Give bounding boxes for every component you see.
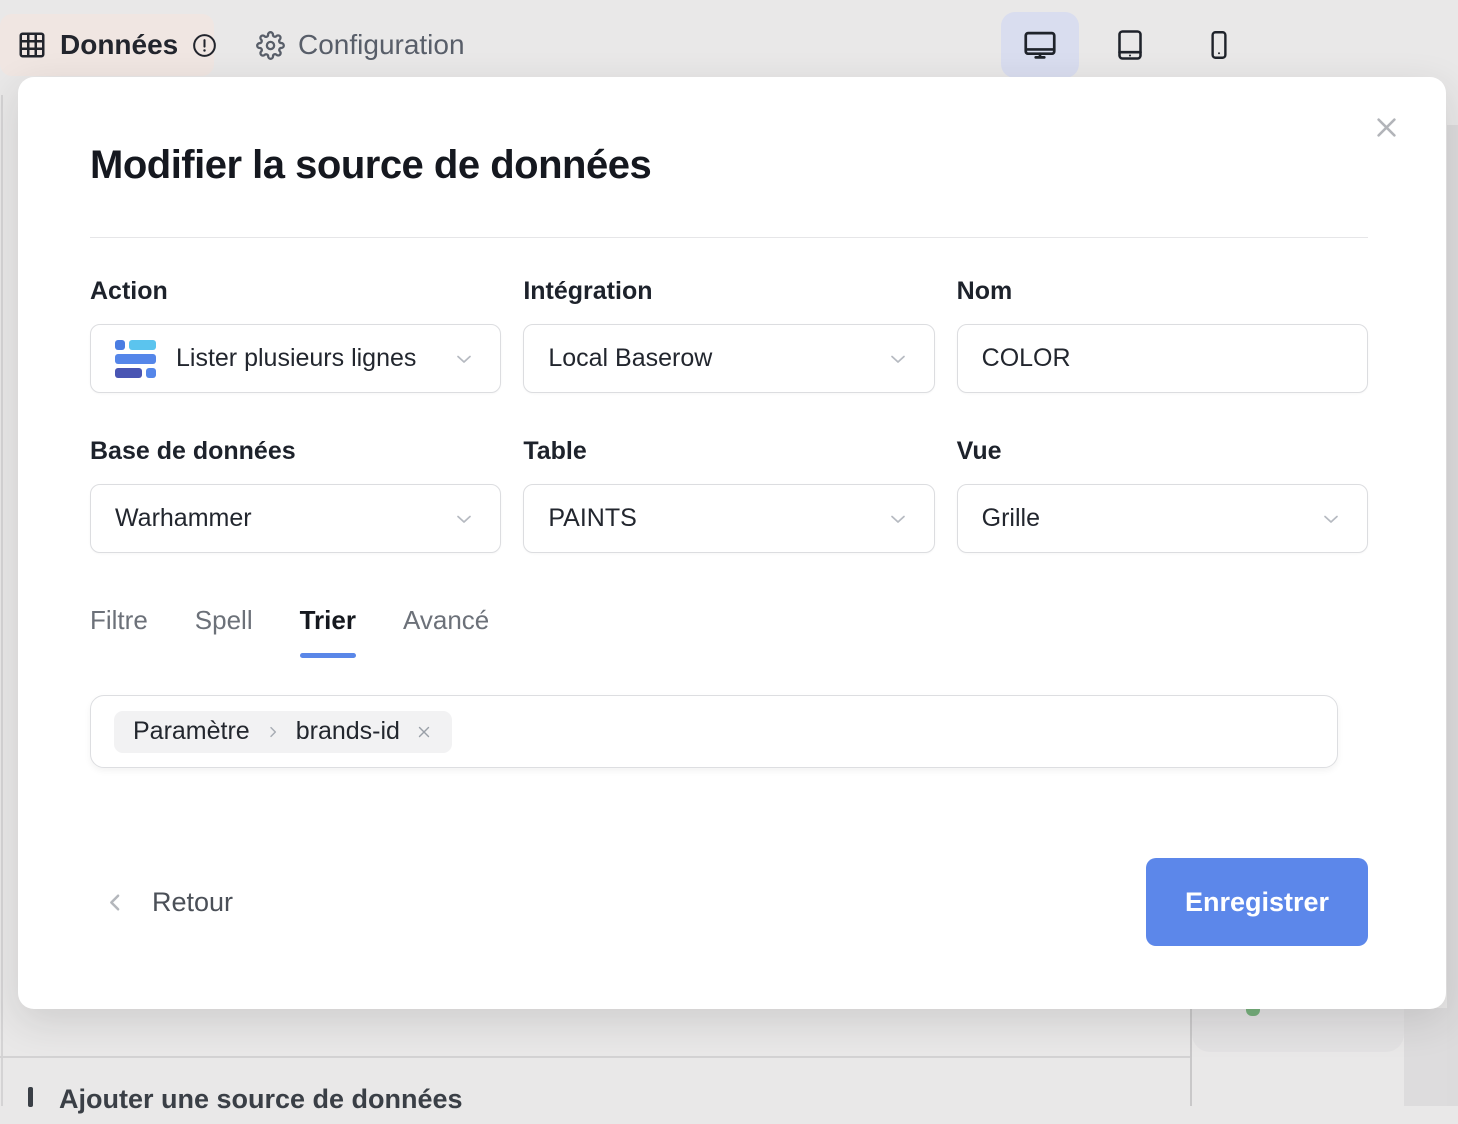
view-value: Grille [982,504,1319,533]
background-preview-edge [1404,1008,1447,1106]
desktop-icon [1021,26,1059,64]
view-select[interactable]: Grille [957,484,1368,553]
name-field[interactable] [957,324,1368,393]
topbar: Données Configuration [0,0,1458,88]
edit-data-source-modal: Modifier la source de données Action Lis… [18,77,1446,1009]
database-select[interactable]: Warhammer [90,484,501,553]
chevron-left-icon [103,890,128,915]
chevron-down-icon [886,347,910,371]
device-desktop-button[interactable] [1001,12,1079,78]
close-icon [1373,114,1400,141]
table-value: PAINTS [548,504,885,533]
close-button[interactable] [1370,111,1402,143]
save-button[interactable]: Enregistrer [1146,858,1368,946]
integration-value: Local Baserow [548,344,885,373]
integration-select[interactable]: Local Baserow [523,324,934,393]
sort-expression-input[interactable]: Paramètre brands-id [90,695,1338,768]
background-divider [0,1056,1190,1058]
action-label: Action [90,277,501,306]
smartphone-icon [1202,28,1236,62]
modal-tabs: Filtre Spell Trier Avancé [90,605,489,652]
title-divider [90,237,1368,238]
table-label: Table [523,437,934,466]
sort-chip[interactable]: Paramètre brands-id [114,711,452,753]
remove-chip-button[interactable] [415,723,433,741]
plus-icon [28,1087,33,1107]
database-label: Base de données [90,437,501,466]
sort-chip-value: brands-id [296,717,400,746]
add-data-source-button[interactable]: Ajouter une source de données [28,1084,463,1124]
chevron-down-icon [1319,507,1343,531]
grid-icon [17,30,47,60]
background-left-border [1,95,3,1106]
tab-configuration[interactable]: Configuration [256,14,465,76]
back-button-label: Retour [152,887,233,918]
gear-icon [256,31,285,60]
database-value: Warhammer [115,504,452,533]
table-select[interactable]: PAINTS [523,484,934,553]
device-tablet-button[interactable] [1091,12,1169,78]
remove-chip-icon [415,723,433,741]
background-right-edge [1447,125,1458,1106]
tab-configuration-label: Configuration [298,29,465,61]
integration-label: Intégration [523,277,934,306]
tab-donnees-label: Données [60,29,178,61]
name-input[interactable] [982,325,1343,392]
chevron-down-icon [886,507,910,531]
name-label: Nom [957,277,1368,306]
action-select[interactable]: Lister plusieurs lignes [90,324,501,393]
tablet-icon [1112,27,1148,63]
chevron-right-icon [265,724,281,740]
background-preview-band [1192,1008,1404,1052]
add-data-source-label: Ajouter une source de données [59,1084,463,1115]
tab-trier[interactable]: Trier [300,605,356,652]
chevron-down-icon [452,347,476,371]
chevron-down-icon [452,507,476,531]
data-source-form: Action Lister plusieurs lignes Intégrati… [90,277,1368,597]
list-rows-icon [115,340,156,378]
action-value: Lister plusieurs lignes [176,344,452,373]
tab-donnees[interactable]: Données [0,14,214,76]
back-button[interactable]: Retour [103,858,233,946]
device-smartphone-button[interactable] [1180,12,1258,78]
tab-spell[interactable]: Spell [195,605,253,652]
modal-title: Modifier la source de données [90,143,651,188]
tab-avance[interactable]: Avancé [403,605,489,652]
view-label: Vue [957,437,1368,466]
sort-chip-group: Paramètre [133,717,250,746]
tab-filtre[interactable]: Filtre [90,605,148,652]
background-panel-divider [1190,1008,1192,1106]
warning-icon [191,32,218,59]
